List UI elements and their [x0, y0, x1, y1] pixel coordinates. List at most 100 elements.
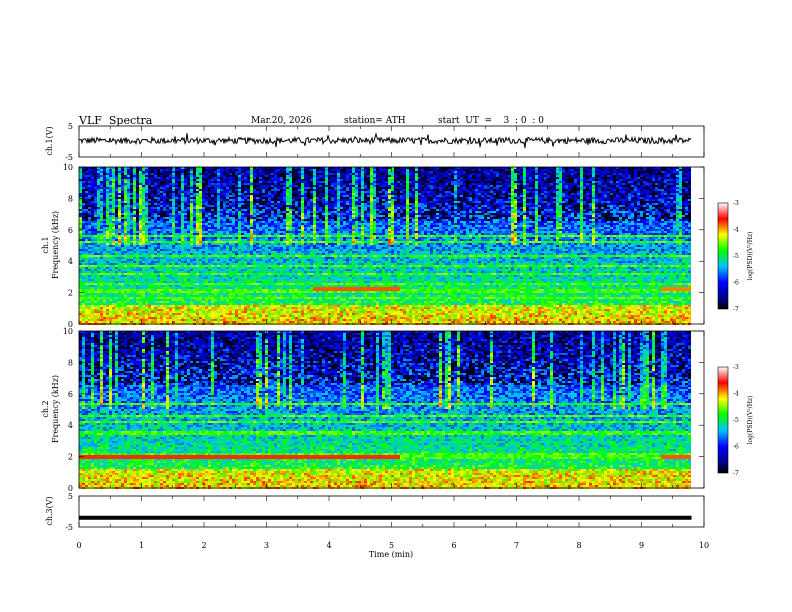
spectrogram-cell: [262, 321, 265, 323]
spectrogram-cell: [91, 229, 94, 231]
spectrogram-cell: [247, 285, 250, 287]
spectrogram-cell: [124, 277, 127, 279]
spectrogram-cell: [184, 193, 187, 195]
spectrogram-cell: [226, 239, 229, 241]
spectrogram-cell: [229, 269, 232, 271]
spectrogram-cell: [124, 311, 127, 313]
spectrogram-cell: [115, 217, 118, 219]
spectrogram-cell: [160, 175, 163, 177]
spectrogram-cell: [103, 315, 106, 317]
spectrogram-cell: [106, 261, 109, 263]
spectrogram-cell: [112, 219, 115, 221]
spectrogram-cell: [169, 179, 172, 181]
spectrogram-cell: [121, 285, 124, 287]
spectrogram-cell: [184, 191, 187, 193]
spectrogram-cell: [238, 225, 241, 227]
spectrogram-cell: [79, 295, 82, 297]
spectrogram-cell: [220, 177, 223, 179]
spectrogram-cell: [226, 199, 229, 201]
spectrogram-cell: [172, 255, 175, 257]
spectrogram-cell: [148, 247, 151, 249]
spectrogram-cell: [121, 225, 124, 227]
spectrogram-cell: [148, 221, 151, 223]
spectrogram-cell: [115, 199, 118, 201]
spectrogram-cell: [85, 307, 88, 309]
spectrogram-cell: [145, 317, 148, 319]
spectrogram-cell: [169, 181, 172, 183]
spectrogram-cell: [85, 189, 88, 191]
spectrogram-cell: [145, 281, 148, 283]
spectrogram-cell: [262, 291, 265, 293]
spectrogram-cell: [202, 321, 205, 323]
spectrogram-cell: [127, 235, 130, 237]
spectrogram-cell: [220, 219, 223, 221]
spectrogram-cell: [220, 311, 223, 313]
spectrogram-cell: [163, 293, 166, 295]
spectrogram-cell: [154, 237, 157, 239]
spectrogram-cell: [202, 311, 205, 313]
spectrogram-cell: [166, 171, 169, 173]
spectrogram-cell: [214, 209, 217, 211]
spectrogram-cell: [163, 195, 166, 197]
spectrogram-cell: [226, 313, 229, 315]
spectrogram-cell: [100, 187, 103, 189]
spectrogram-cell: [175, 291, 178, 293]
spectrogram-cell: [241, 261, 244, 263]
spectrogram-cell: [118, 261, 121, 263]
spectrogram-cell: [127, 183, 130, 185]
spectrogram-cell: [253, 173, 256, 175]
spectrogram-cell: [142, 263, 145, 265]
spectrogram-cell: [214, 321, 217, 323]
spectrogram-cell: [160, 177, 163, 179]
spectrogram-cell: [151, 219, 154, 221]
spectrogram-cell: [181, 245, 184, 247]
spectrogram-cell: [127, 203, 130, 205]
spectrogram-cell: [88, 269, 91, 271]
spectrogram-cell: [223, 297, 226, 299]
spectrogram-cell: [265, 237, 268, 239]
spectrogram-cell: [247, 279, 250, 281]
spectrogram-cell: [136, 235, 139, 237]
spectrogram-cell: [196, 315, 199, 317]
spectrogram-cell: [190, 283, 193, 285]
spectrogram-cell: [163, 175, 166, 177]
spectrogram-cell: [133, 297, 136, 299]
spectrogram-cell: [259, 249, 262, 251]
spectrogram-cell: [187, 195, 190, 197]
spectrogram-cell: [121, 291, 124, 293]
spectrogram-cell: [148, 267, 151, 269]
spectrogram-cell: [166, 309, 169, 311]
spectrogram-cell: [244, 217, 247, 219]
spectrogram-cell: [208, 215, 211, 217]
spectrogram-cell: [130, 263, 133, 265]
spectrogram-cell: [238, 275, 241, 277]
spectrogram-cell: [112, 207, 115, 209]
spectrogram-cell: [130, 243, 133, 245]
spectrogram-cell: [124, 169, 127, 171]
spectrogram-cell: [202, 299, 205, 301]
spectrogram-cell: [79, 221, 82, 223]
spectrogram-cell: [142, 313, 145, 315]
spectrogram-cell: [187, 305, 190, 307]
spectrogram-cell: [217, 201, 220, 203]
spectrogram-cell: [214, 281, 217, 283]
spectrogram-cell: [169, 185, 172, 187]
spectrogram-cell: [205, 317, 208, 319]
spectrogram-cell: [157, 193, 160, 195]
spectrogram-cell: [145, 227, 148, 229]
spectrogram-cell: [217, 251, 220, 253]
spectrogram-cell: [220, 295, 223, 297]
spectrogram-cell: [265, 203, 268, 205]
spectrogram-cell: [256, 283, 259, 285]
spectrogram-cell: [244, 175, 247, 177]
spectrogram-cell: [175, 303, 178, 305]
spectrogram-cell: [184, 271, 187, 273]
spectrogram-cell: [202, 177, 205, 179]
spectrogram-cell: [232, 319, 235, 321]
spectrogram-cell: [181, 219, 184, 221]
spectrogram-cell: [223, 241, 226, 243]
spectrogram-cell: [214, 287, 217, 289]
spectrogram-cell: [256, 193, 259, 195]
spectrogram-cell: [133, 257, 136, 259]
spectrogram-cell: [193, 181, 196, 183]
